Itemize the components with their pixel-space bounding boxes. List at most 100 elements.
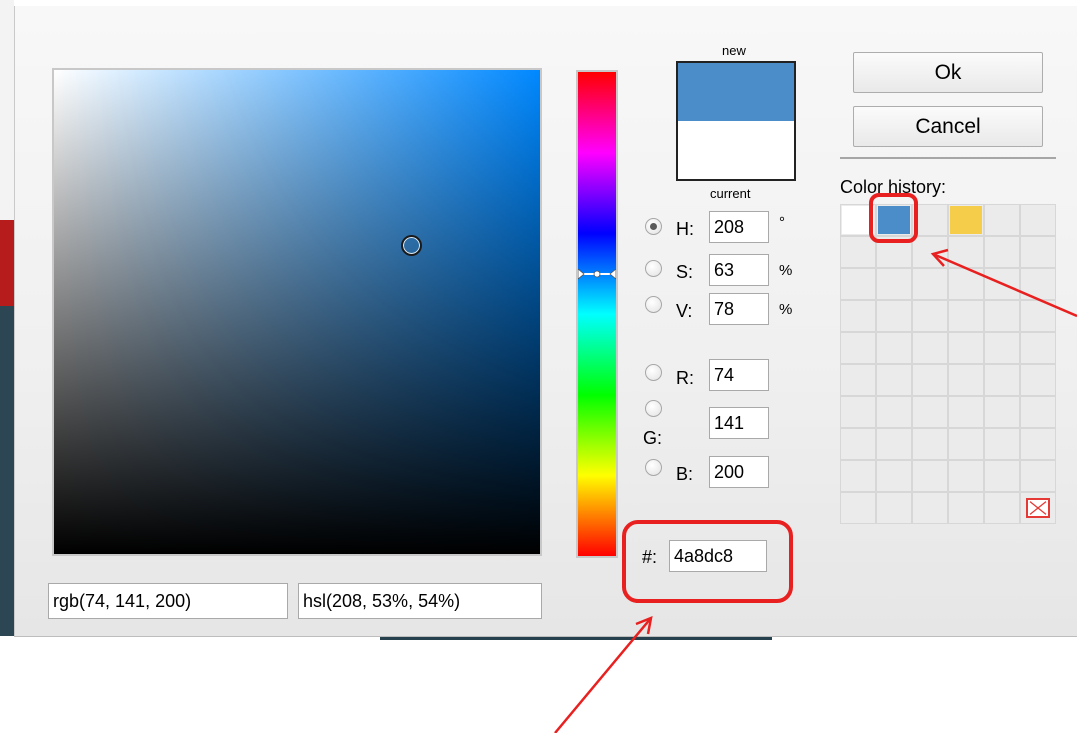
radio-saturation[interactable] bbox=[645, 260, 662, 277]
history-swatch[interactable] bbox=[912, 364, 948, 396]
background-window-strip-red bbox=[0, 220, 14, 306]
history-swatch[interactable] bbox=[876, 460, 912, 492]
rgb-output-field[interactable] bbox=[48, 583, 288, 619]
radio-green[interactable] bbox=[645, 400, 662, 417]
history-swatch[interactable] bbox=[912, 460, 948, 492]
blue-label: B: bbox=[676, 464, 694, 484]
history-swatch[interactable] bbox=[840, 364, 876, 396]
hex-input[interactable] bbox=[669, 540, 767, 572]
new-color-label: new bbox=[722, 43, 746, 58]
hsl-output-field[interactable] bbox=[298, 583, 542, 619]
history-swatch[interactable] bbox=[840, 396, 876, 428]
history-swatch[interactable] bbox=[876, 396, 912, 428]
history-swatch[interactable] bbox=[912, 204, 948, 236]
history-swatch[interactable] bbox=[948, 460, 984, 492]
history-swatch[interactable] bbox=[1020, 332, 1056, 364]
history-swatch[interactable] bbox=[984, 204, 1020, 236]
history-swatch[interactable] bbox=[876, 236, 912, 268]
radio-hue[interactable] bbox=[645, 218, 662, 235]
history-swatch[interactable] bbox=[912, 492, 948, 524]
hex-label: #: bbox=[642, 547, 658, 567]
history-swatch[interactable] bbox=[984, 300, 1020, 332]
history-swatch[interactable] bbox=[840, 236, 876, 268]
history-swatch[interactable] bbox=[912, 236, 948, 268]
background-window-strip-dark bbox=[0, 306, 14, 636]
sv-cursor-handle[interactable] bbox=[401, 235, 422, 256]
history-swatch[interactable] bbox=[912, 300, 948, 332]
hue-slider[interactable] bbox=[576, 70, 618, 558]
color-history-label: Color history: bbox=[840, 177, 947, 197]
radio-red[interactable] bbox=[645, 364, 662, 381]
history-swatch[interactable] bbox=[948, 492, 984, 524]
history-swatch[interactable] bbox=[1020, 300, 1056, 332]
history-swatch[interactable] bbox=[948, 428, 984, 460]
history-swatch[interactable] bbox=[1020, 236, 1056, 268]
saturation-input[interactable] bbox=[709, 254, 769, 286]
history-swatch[interactable] bbox=[876, 300, 912, 332]
green-input[interactable] bbox=[709, 407, 769, 439]
history-swatch[interactable] bbox=[840, 332, 876, 364]
history-swatch[interactable] bbox=[876, 364, 912, 396]
history-swatch[interactable] bbox=[948, 332, 984, 364]
history-swatch[interactable] bbox=[948, 364, 984, 396]
history-swatch[interactable] bbox=[840, 300, 876, 332]
red-label: R: bbox=[676, 368, 694, 388]
history-swatch[interactable] bbox=[948, 204, 984, 236]
hue-input[interactable] bbox=[709, 211, 769, 243]
history-swatch[interactable] bbox=[948, 300, 984, 332]
history-swatch[interactable] bbox=[984, 268, 1020, 300]
history-swatch[interactable] bbox=[1020, 364, 1056, 396]
history-swatch[interactable] bbox=[1020, 492, 1056, 524]
history-swatch[interactable] bbox=[1020, 396, 1056, 428]
history-swatch[interactable] bbox=[984, 332, 1020, 364]
delete-icon[interactable] bbox=[1026, 498, 1050, 518]
history-swatch[interactable] bbox=[984, 236, 1020, 268]
green-label: G: bbox=[643, 428, 663, 448]
history-swatch[interactable] bbox=[984, 460, 1020, 492]
history-swatch[interactable] bbox=[840, 204, 876, 236]
history-swatch[interactable] bbox=[1020, 268, 1056, 300]
history-swatch[interactable] bbox=[840, 460, 876, 492]
history-swatch[interactable] bbox=[948, 236, 984, 268]
history-swatch[interactable] bbox=[876, 204, 912, 236]
radio-value[interactable] bbox=[645, 296, 662, 313]
value-input[interactable] bbox=[709, 293, 769, 325]
history-swatch[interactable] bbox=[1020, 460, 1056, 492]
history-swatch[interactable] bbox=[1020, 204, 1056, 236]
history-swatch[interactable] bbox=[1020, 428, 1056, 460]
history-swatch[interactable] bbox=[876, 428, 912, 460]
history-swatch[interactable] bbox=[984, 364, 1020, 396]
ok-button[interactable]: Ok bbox=[853, 52, 1043, 93]
history-swatch[interactable] bbox=[912, 396, 948, 428]
history-swatch[interactable] bbox=[948, 268, 984, 300]
hue-slider-handle[interactable] bbox=[578, 268, 616, 280]
saturation-value-field[interactable] bbox=[52, 68, 542, 556]
degree-unit: ° bbox=[779, 214, 785, 231]
current-color-label: current bbox=[710, 186, 751, 201]
divider bbox=[840, 157, 1056, 159]
hue-label: H: bbox=[676, 219, 694, 239]
history-swatch[interactable] bbox=[876, 332, 912, 364]
red-input[interactable] bbox=[709, 359, 769, 391]
history-swatch[interactable] bbox=[840, 492, 876, 524]
history-swatch[interactable] bbox=[912, 332, 948, 364]
history-swatch[interactable] bbox=[912, 268, 948, 300]
history-swatch[interactable] bbox=[984, 396, 1020, 428]
history-swatch[interactable] bbox=[984, 428, 1020, 460]
history-swatch[interactable] bbox=[912, 428, 948, 460]
history-swatch[interactable] bbox=[984, 492, 1020, 524]
radio-blue[interactable] bbox=[645, 459, 662, 476]
history-swatch[interactable] bbox=[840, 268, 876, 300]
color-history-grid bbox=[840, 204, 1056, 524]
current-color-swatch[interactable] bbox=[678, 121, 794, 179]
value-label: V: bbox=[676, 301, 693, 321]
history-swatch[interactable] bbox=[948, 396, 984, 428]
new-color-swatch bbox=[678, 63, 794, 121]
cancel-button[interactable]: Cancel bbox=[853, 106, 1043, 147]
history-swatch[interactable] bbox=[876, 492, 912, 524]
history-swatch[interactable] bbox=[876, 268, 912, 300]
history-swatch[interactable] bbox=[840, 428, 876, 460]
blue-input[interactable] bbox=[709, 456, 769, 488]
color-preview bbox=[676, 61, 796, 181]
background-window-strip bbox=[0, 0, 14, 220]
